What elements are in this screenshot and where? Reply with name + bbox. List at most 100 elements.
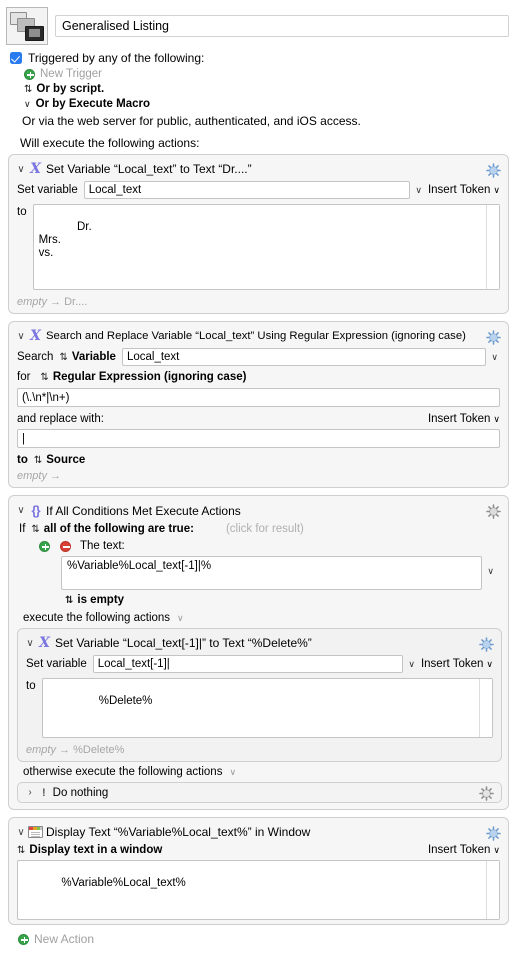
action-result-footer: empty → %Delete% [18,742,501,761]
condition-mode-value[interactable]: all of the following are true: [44,523,194,535]
condition-dropdown-chevron-icon[interactable]: ∨ [487,566,494,577]
action-title: Set Variable “Local_text[-1]|” to Text “… [55,636,312,650]
plus-circle-icon[interactable] [24,68,35,80]
textarea-scrollbar[interactable] [486,205,499,289]
search-mode-row: for ⇅ Regular Expression (ignoring case) [17,371,500,383]
new-action-label: New Action [34,932,95,946]
action-title: Search and Replace Variable “Local_text”… [46,330,466,342]
insert-token-button[interactable]: Insert Token ∨ [421,658,493,670]
variable-name-input[interactable]: Local_text[-1]| [92,655,404,673]
disclosure-triangle-icon[interactable]: ∨ [15,827,27,838]
disclosure-triangle-icon[interactable]: ∨ [24,638,36,649]
display-mode-control[interactable]: ⇅ Display text in a window [17,844,168,856]
textarea-scrollbar[interactable] [479,679,492,737]
gear-icon[interactable] [479,637,494,652]
search-mode-stepper-icon[interactable]: ⇅ [40,372,48,383]
gear-icon[interactable] [486,826,501,841]
if-conditions-icon: {} [31,503,40,518]
regex-input[interactable]: (\.\n*|\n+) [17,388,500,407]
display-text-row: %Variable%Local_text% [17,860,500,920]
to-label: to [17,206,27,218]
new-trigger-row[interactable]: New Trigger [24,68,509,80]
trigger-enabled-row[interactable]: Triggered by any of the following: [10,51,509,65]
updown-chevron-icon: ⇅ [24,83,33,95]
textarea-scrollbar[interactable] [486,861,499,919]
plus-circle-icon[interactable] [39,540,50,552]
variable-dropdown-chevron-icon[interactable]: ∨ [408,659,415,670]
disclosure-triangle-icon[interactable]: › [24,787,36,798]
condition-mode-stepper-icon[interactable]: ⇅ [31,524,39,535]
disclosure-triangle-icon[interactable]: ∨ [15,164,27,175]
display-mode-stepper-icon[interactable]: ⇅ [17,845,25,856]
new-action-row[interactable]: New Action [18,932,509,946]
set-variable-text-value: Dr. Mrs. vs. [38,221,92,259]
to-text-row: to Dr. Mrs. vs. [17,204,500,290]
gear-icon[interactable] [486,163,501,178]
gear-icon[interactable] [486,504,501,519]
operator-stepper-icon[interactable]: ⇅ [65,595,73,606]
variable-dropdown-chevron-icon[interactable]: ∨ [415,185,422,196]
insert-token-button[interactable]: Insert Token ∨ [428,844,500,856]
else-branch-label: otherwise execute the following actions [23,766,223,778]
or-by-execute-macro-row[interactable]: ∨ Or by Execute Macro [24,98,509,110]
condition-operator-row[interactable]: ⇅ is empty [65,594,500,606]
disclosure-triangle-icon[interactable]: ∨ [15,331,27,342]
set-variable-icon: X [39,635,50,651]
set-variable-label: Set variable [17,184,78,196]
for-label: for [17,371,31,383]
search-mode-value[interactable]: Regular Expression (ignoring case) [53,371,247,383]
plus-circle-icon[interactable] [18,933,29,945]
replace-input[interactable]: | [17,429,500,448]
set-variable-text-area[interactable]: %Delete% [41,678,493,738]
insert-token-label: Insert Token [427,844,491,856]
action-display-text[interactable]: ∨ Display Text “%Variable%Local_text%” i… [8,817,509,925]
action-header[interactable]: ∨ X Set Variable “Local_text” to Text “D… [9,159,508,179]
or-by-script-label: Or by script. [36,83,105,95]
insert-token-label: Insert Token [427,413,491,425]
destination-to-label: to [17,454,28,466]
minus-circle-icon[interactable] [60,540,71,552]
action-header[interactable]: ∨ Display Text “%Variable%Local_text%” i… [9,822,508,842]
then-branch-chevron-icon[interactable]: ∨ [177,613,184,624]
macro-stack-icon[interactable] [6,7,48,45]
destination-value[interactable]: Source [46,454,85,466]
if-label: If [19,523,26,535]
display-mode-value: Display text in a window [29,844,163,856]
action-set-variable-nested[interactable]: ∨ X Set Variable “Local_text[-1]|” to Te… [17,628,502,762]
trigger-enabled-checkbox[interactable] [10,52,22,64]
set-variable-text-area[interactable]: Dr. Mrs. vs. [32,204,500,290]
action-search-and-replace[interactable]: ∨ X Search and Replace Variable “Local_t… [8,321,509,488]
search-target-row: Search ⇅ Variable Local_text ∨ [17,348,500,366]
variable-name-input[interactable]: Local_text [83,181,411,199]
click-for-result-link[interactable]: (click for result) [226,523,304,535]
condition-controls-row: The text: [39,540,500,552]
action-do-nothing[interactable]: › ! Do nothing [17,782,502,803]
to-text-row: to %Delete% [26,678,493,738]
search-variable-dropdown-chevron-icon[interactable]: ∨ [491,352,498,363]
else-branch-label-row: otherwise execute the following actions … [23,766,508,778]
action-header[interactable]: ∨ X Search and Replace Variable “Local_t… [9,326,508,346]
macro-title-input[interactable]: Generalised Listing [55,15,509,37]
action-header[interactable]: ∨ X Set Variable “Local_text[-1]|” to Te… [18,633,501,653]
display-text-area[interactable]: %Variable%Local_text% [17,860,500,920]
action-body: If ⇅ all of the following are true: (cli… [9,521,508,624]
search-target-value[interactable]: Variable [72,351,116,363]
or-by-script-row[interactable]: ⇅ Or by script. [24,83,509,95]
alert-icon: ! [42,786,46,799]
gear-icon[interactable] [486,330,501,345]
action-header[interactable]: ∨ {} If All Conditions Met Execute Actio… [9,500,508,521]
insert-token-button[interactable]: Insert Token ∨ [428,184,500,196]
then-branch-actions: ∨ X Set Variable “Local_text[-1]|” to Te… [17,628,502,762]
destination-stepper-icon[interactable]: ⇅ [34,455,42,466]
gear-icon[interactable] [479,786,494,801]
search-variable-value: Local_text [126,351,180,363]
else-branch-chevron-icon[interactable]: ∨ [229,767,236,778]
search-variable-input[interactable]: Local_text [121,348,487,366]
disclosure-triangle-icon[interactable]: ∨ [15,505,27,516]
action-set-variable-local-text[interactable]: ∨ X Set Variable “Local_text” to Text “D… [8,154,509,314]
search-target-stepper-icon[interactable]: ⇅ [59,352,67,363]
variable-name-value: Local_text[-1]| [97,658,170,670]
condition-text-input[interactable]: %Variable%Local_text[-1]|% [61,556,483,590]
action-if-all-conditions[interactable]: ∨ {} If All Conditions Met Execute Actio… [8,495,509,810]
insert-token-button[interactable]: Insert Token ∨ [428,413,500,425]
